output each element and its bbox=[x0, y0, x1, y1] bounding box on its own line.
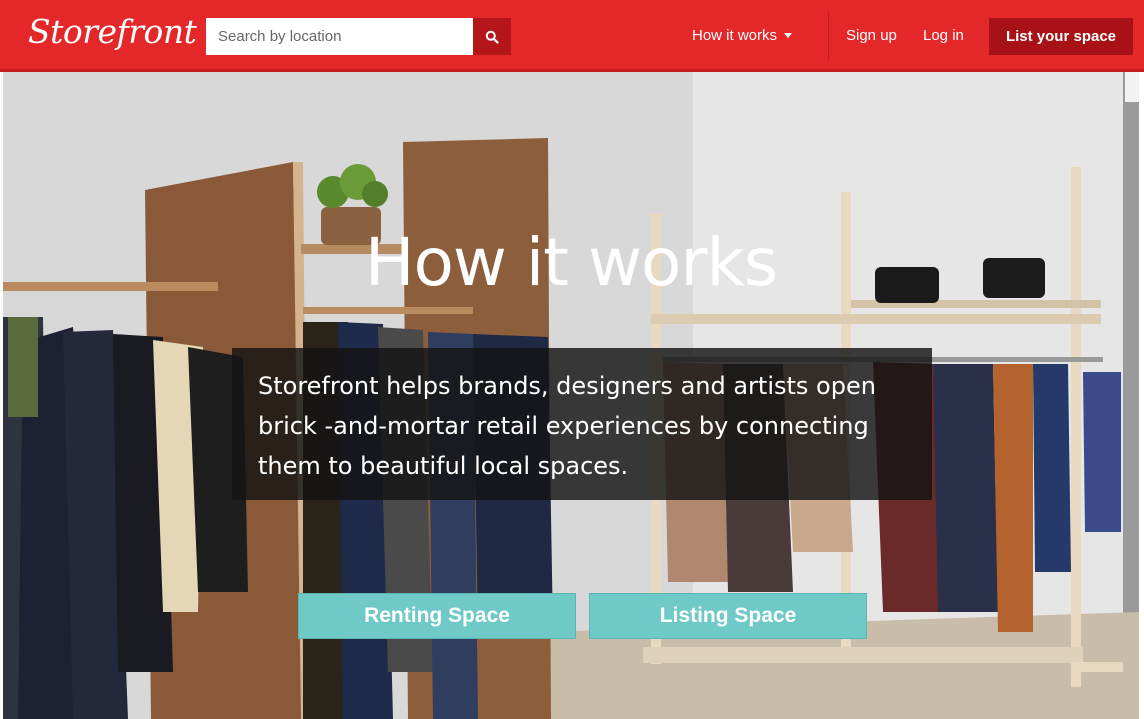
how-it-works-label: How it works bbox=[692, 27, 778, 44]
search-bar bbox=[206, 18, 511, 55]
log-in-link[interactable]: Log in bbox=[923, 27, 964, 44]
storefront-logo[interactable]: Storefront bbox=[28, 12, 197, 51]
tagline-panel: Storefront helps brands, designers and a… bbox=[232, 348, 932, 500]
top-nav-bar: Storefront How it works Sign up Log in L… bbox=[0, 0, 1144, 72]
hero-tagline: Storefront helps brands, designers and a… bbox=[258, 372, 876, 480]
how-it-works-dropdown[interactable]: How it works bbox=[692, 27, 793, 44]
search-button[interactable] bbox=[473, 18, 511, 55]
sign-up-link[interactable]: Sign up bbox=[846, 27, 897, 44]
hero-section: How it works Storefront helps brands, de… bbox=[3, 72, 1139, 719]
hero-title: How it works bbox=[364, 224, 778, 301]
list-your-space-button[interactable]: List your space bbox=[989, 18, 1133, 55]
listing-space-button[interactable]: Listing Space bbox=[589, 593, 867, 639]
renting-space-button[interactable]: Renting Space bbox=[298, 593, 576, 639]
chevron-down-icon bbox=[784, 33, 793, 38]
search-icon bbox=[485, 30, 499, 44]
nav-divider bbox=[828, 12, 829, 60]
location-search-input[interactable] bbox=[206, 18, 473, 55]
